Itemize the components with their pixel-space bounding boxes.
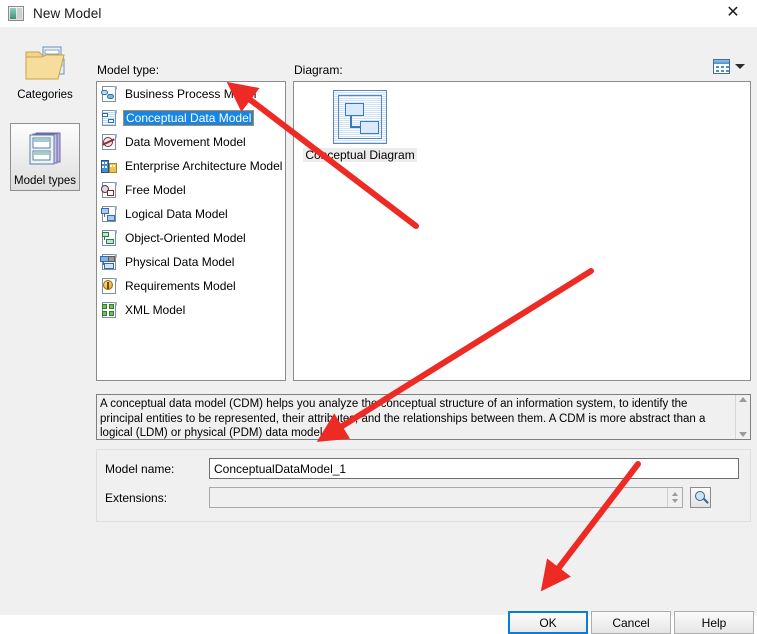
list-item-data-movement-model[interactable]: Data Movement Model <box>97 130 285 154</box>
free-model-icon <box>100 181 118 199</box>
description-scrollbar[interactable] <box>735 395 750 439</box>
spinner-up-icon[interactable] <box>672 492 678 496</box>
physical-data-model-icon <box>100 253 118 271</box>
extensions-row: Extensions: <box>105 487 711 508</box>
categories-folder-icon <box>25 46 65 80</box>
new-model-icon <box>8 6 24 21</box>
data-movement-model-icon <box>100 133 118 151</box>
diagram-item-conceptual-diagram[interactable]: Conceptual Diagram <box>303 90 417 162</box>
list-item-enterprise-architecture-model[interactable]: Enterprise Architecture Model <box>97 154 285 178</box>
diagram-list[interactable]: Conceptual Diagram <box>293 81 751 381</box>
list-item-label: Business Process Model <box>125 87 257 101</box>
extensions-browse-button[interactable] <box>690 487 711 508</box>
list-item-business-process-model[interactable]: Business Process Model <box>97 82 285 106</box>
view-mode-toggle[interactable] <box>713 59 745 74</box>
list-item-requirements-model[interactable]: Requirements Model <box>97 274 285 298</box>
model-types-stack-icon <box>29 132 61 165</box>
model-name-row: Model name: ConceptualDataModel_1 <box>105 458 739 479</box>
model-settings-group: Model name: ConceptualDataModel_1 Extens… <box>96 449 751 522</box>
list-item-logical-data-model[interactable]: Logical Data Model <box>97 202 285 226</box>
list-item-object-oriented-model[interactable]: Object-Oriented Model <box>97 226 285 250</box>
description-box: A conceptual data model (CDM) helps you … <box>96 394 751 440</box>
logical-data-model-icon <box>100 205 118 223</box>
sidebar: Categories Model types <box>4 37 86 191</box>
model-type-label: Model type: <box>97 63 160 77</box>
chevron-down-icon <box>735 64 745 69</box>
dialog-body: Categories Model types Model type: Diagr… <box>0 27 757 634</box>
spinner-down-icon[interactable] <box>672 499 678 503</box>
list-item-conceptual-data-model[interactable]: Conceptual Data Model <box>97 106 285 130</box>
list-item-label: Object-Oriented Model <box>125 231 246 245</box>
list-item-label: Requirements Model <box>125 279 236 293</box>
list-item-label: Conceptual Data Model <box>126 111 252 125</box>
list-item-label: Free Model <box>125 183 186 197</box>
list-item-label: Enterprise Architecture Model <box>125 159 283 173</box>
conceptual-data-model-icon <box>100 109 118 127</box>
business-process-model-icon <box>100 85 118 103</box>
model-name-input[interactable]: ConceptualDataModel_1 <box>209 458 739 479</box>
list-item-xml-model[interactable]: XML Model <box>97 298 285 322</box>
conceptual-diagram-thumbnail <box>333 90 387 144</box>
ok-button[interactable]: OK <box>508 611 588 634</box>
window-titlebar: New Model ✕ <box>0 0 757 27</box>
object-oriented-model-icon <box>100 229 118 247</box>
sidebar-item-model-types[interactable]: Model types <box>10 123 80 191</box>
list-item-label: Data Movement Model <box>125 135 246 149</box>
extensions-label: Extensions: <box>105 490 168 505</box>
close-icon[interactable]: ✕ <box>721 3 745 23</box>
list-item-selection: Conceptual Data Model <box>123 110 255 126</box>
description-text: A conceptual data model (CDM) helps you … <box>100 398 706 439</box>
list-item-free-model[interactable]: Free Model <box>97 178 285 202</box>
details-view-grid-icon <box>713 59 730 74</box>
enterprise-architecture-model-icon <box>100 157 118 175</box>
diagram-item-label: Conceptual Diagram <box>303 148 417 162</box>
scroll-up-icon[interactable] <box>739 397 747 402</box>
sidebar-item-label: Categories <box>17 89 73 101</box>
list-item-label: Logical Data Model <box>125 207 228 221</box>
sidebar-item-categories[interactable]: Categories <box>10 37 80 105</box>
extensions-input[interactable] <box>209 487 683 508</box>
xml-model-icon <box>100 301 118 319</box>
requirements-model-icon <box>100 277 118 295</box>
model-type-list[interactable]: Business Process Model Conceptual Data M… <box>96 81 286 381</box>
window-title: New Model <box>33 6 102 21</box>
extensions-spinner[interactable] <box>667 488 682 507</box>
list-item-physical-data-model[interactable]: Physical Data Model <box>97 250 285 274</box>
sidebar-item-label: Model types <box>13 175 76 187</box>
scroll-down-icon[interactable] <box>739 432 747 437</box>
help-button[interactable]: Help <box>674 611 754 634</box>
model-name-label: Model name: <box>105 461 175 476</box>
list-item-label: Physical Data Model <box>125 255 235 269</box>
cancel-button[interactable]: Cancel <box>591 611 671 634</box>
list-item-label: XML Model <box>125 303 186 317</box>
diagram-label: Diagram: <box>294 63 343 77</box>
